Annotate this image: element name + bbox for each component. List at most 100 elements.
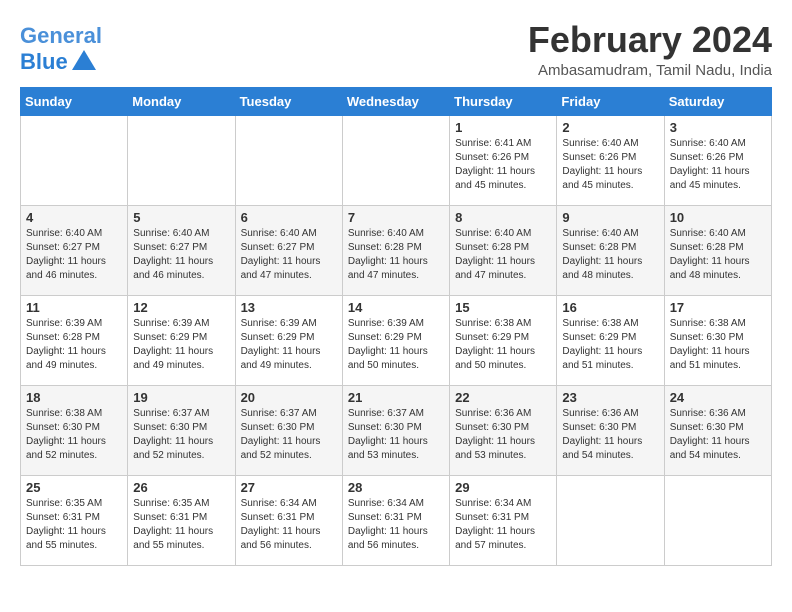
day-info: Sunrise: 6:34 AMSunset: 6:31 PMDaylight:… (455, 497, 551, 553)
calendar-cell (342, 115, 449, 205)
day-info: Sunrise: 6:35 AMSunset: 6:31 PMDaylight:… (26, 497, 122, 553)
day-number: 24 (670, 390, 766, 405)
day-info: Sunrise: 6:40 AMSunset: 6:27 PMDaylight:… (26, 227, 122, 283)
calendar-cell: 11Sunrise: 6:39 AMSunset: 6:28 PMDayligh… (21, 295, 128, 385)
calendar-cell: 27 Sunrise: 6:34 AMSunset: 6:31 PMDayligh… (235, 475, 342, 565)
day-number: 22 (455, 390, 551, 405)
day-info: Sunrise: 6:39 AMSunset: 6:29 PMDaylight:… (241, 317, 337, 373)
calendar-cell: 13 Sunrise: 6:39 AMSunset: 6:29 PMDayligh… (235, 295, 342, 385)
day-info: Sunrise: 6:36 AMSunset: 6:30 PMDaylight:… (562, 407, 658, 463)
week-row-1: 1 Sunrise: 6:41 AMSunset: 6:26 PMDaylight… (21, 115, 772, 205)
day-number: 17 (670, 300, 766, 315)
day-info: Sunrise: 6:37 AMSunset: 6:30 PMDaylight:… (241, 407, 337, 463)
day-info: Sunrise: 6:40 AMSunset: 6:26 PMDaylight:… (562, 137, 658, 193)
calendar-cell: 17 Sunrise: 6:38 AMSunset: 6:30 PMDayligh… (664, 295, 771, 385)
calendar-cell: 21Sunrise: 6:37 AMSunset: 6:30 PMDayligh… (342, 385, 449, 475)
day-info: Sunrise: 6:40 AMSunset: 6:26 PMDaylight:… (670, 137, 766, 193)
calendar-cell: 25 Sunrise: 6:35 AMSunset: 6:31 PMDayligh… (21, 475, 128, 565)
day-info: Sunrise: 6:39 AMSunset: 6:29 PMDaylight:… (348, 317, 444, 373)
day-info: Sunrise: 6:38 AMSunset: 6:30 PMDaylight:… (670, 317, 766, 373)
calendar-cell: 29Sunrise: 6:34 AMSunset: 6:31 PMDayligh… (450, 475, 557, 565)
day-info: Sunrise: 6:40 AMSunset: 6:28 PMDaylight:… (562, 227, 658, 283)
weekday-header-wednesday: Wednesday (342, 87, 449, 115)
day-number: 15 (455, 300, 551, 315)
calendar-cell: 7 Sunrise: 6:40 AMSunset: 6:28 PMDaylight… (342, 205, 449, 295)
week-row-5: 25 Sunrise: 6:35 AMSunset: 6:31 PMDayligh… (21, 475, 772, 565)
calendar-cell (557, 475, 664, 565)
weekday-header-monday: Monday (128, 87, 235, 115)
day-info: Sunrise: 6:40 AMSunset: 6:27 PMDaylight:… (133, 227, 229, 283)
calendar-cell (235, 115, 342, 205)
title-area: February 2024 Ambasamudram, Tamil Nadu, … (528, 20, 772, 79)
logo-icon (70, 48, 98, 76)
day-info: Sunrise: 6:38 AMSunset: 6:30 PMDaylight:… (26, 407, 122, 463)
location: Ambasamudram, Tamil Nadu, India (528, 62, 772, 79)
day-number: 6 (241, 210, 337, 225)
calendar-cell: 20 Sunrise: 6:37 AMSunset: 6:30 PMDayligh… (235, 385, 342, 475)
day-number: 20 (241, 390, 337, 405)
weekday-header-saturday: Saturday (664, 87, 771, 115)
day-number: 3 (670, 120, 766, 135)
calendar-cell (21, 115, 128, 205)
calendar-cell: 26Sunrise: 6:35 AMSunset: 6:31 PMDayligh… (128, 475, 235, 565)
day-number: 13 (241, 300, 337, 315)
weekday-header-tuesday: Tuesday (235, 87, 342, 115)
calendar-cell: 6 Sunrise: 6:40 AMSunset: 6:27 PMDaylight… (235, 205, 342, 295)
day-info: Sunrise: 6:35 AMSunset: 6:31 PMDaylight:… (133, 497, 229, 553)
calendar-cell (664, 475, 771, 565)
calendar-cell: 18 Sunrise: 6:38 AMSunset: 6:30 PMDayligh… (21, 385, 128, 475)
day-info: Sunrise: 6:37 AMSunset: 6:30 PMDaylight:… (348, 407, 444, 463)
calendar-cell: 5 Sunrise: 6:40 AMSunset: 6:27 PMDaylight… (128, 205, 235, 295)
day-number: 7 (348, 210, 444, 225)
calendar-cell (128, 115, 235, 205)
calendar-cell: 8Sunrise: 6:40 AMSunset: 6:28 PMDaylight… (450, 205, 557, 295)
logo: General Blue (20, 24, 102, 76)
calendar-cell: 19Sunrise: 6:37 AMSunset: 6:30 PMDayligh… (128, 385, 235, 475)
calendar-cell: 2 Sunrise: 6:40 AMSunset: 6:26 PMDaylight… (557, 115, 664, 205)
calendar-cell: 15Sunrise: 6:38 AMSunset: 6:29 PMDayligh… (450, 295, 557, 385)
day-info: Sunrise: 6:40 AMSunset: 6:28 PMDaylight:… (670, 227, 766, 283)
day-info: Sunrise: 6:34 AMSunset: 6:31 PMDaylight:… (348, 497, 444, 553)
calendar-cell: 10 Sunrise: 6:40 AMSunset: 6:28 PMDayligh… (664, 205, 771, 295)
day-number: 2 (562, 120, 658, 135)
day-number: 4 (26, 210, 122, 225)
day-info: Sunrise: 6:36 AMSunset: 6:30 PMDaylight:… (670, 407, 766, 463)
week-row-4: 18 Sunrise: 6:38 AMSunset: 6:30 PMDayligh… (21, 385, 772, 475)
day-number: 1 (455, 120, 551, 135)
weekday-header-row: SundayMondayTuesdayWednesdayThursdayFrid… (21, 87, 772, 115)
calendar-cell: 9Sunrise: 6:40 AMSunset: 6:28 PMDaylight… (557, 205, 664, 295)
week-row-3: 11Sunrise: 6:39 AMSunset: 6:28 PMDayligh… (21, 295, 772, 385)
week-row-2: 4 Sunrise: 6:40 AMSunset: 6:27 PMDaylight… (21, 205, 772, 295)
day-number: 27 (241, 480, 337, 495)
day-info: Sunrise: 6:34 AMSunset: 6:31 PMDaylight:… (241, 497, 337, 553)
calendar-cell: 28 Sunrise: 6:34 AMSunset: 6:31 PMDayligh… (342, 475, 449, 565)
weekday-header-thursday: Thursday (450, 87, 557, 115)
weekday-header-friday: Friday (557, 87, 664, 115)
calendar-cell: 16 Sunrise: 6:38 AMSunset: 6:29 PMDayligh… (557, 295, 664, 385)
calendar-cell: 1 Sunrise: 6:41 AMSunset: 6:26 PMDaylight… (450, 115, 557, 205)
logo-general: General (20, 23, 102, 48)
day-number: 5 (133, 210, 229, 225)
day-number: 16 (562, 300, 658, 315)
day-info: Sunrise: 6:36 AMSunset: 6:30 PMDaylight:… (455, 407, 551, 463)
day-info: Sunrise: 6:38 AMSunset: 6:29 PMDaylight:… (562, 317, 658, 373)
calendar-cell: 3 Sunrise: 6:40 AMSunset: 6:26 PMDaylight… (664, 115, 771, 205)
day-number: 8 (455, 210, 551, 225)
month-year: February 2024 (528, 20, 772, 60)
day-number: 19 (133, 390, 229, 405)
day-number: 18 (26, 390, 122, 405)
day-number: 25 (26, 480, 122, 495)
day-number: 23 (562, 390, 658, 405)
day-info: Sunrise: 6:41 AMSunset: 6:26 PMDaylight:… (455, 137, 551, 193)
day-number: 11 (26, 300, 122, 315)
logo-blue: Blue (20, 50, 68, 74)
header: General Blue February 2024 Ambasamudram,… (20, 20, 772, 79)
day-number: 28 (348, 480, 444, 495)
day-number: 10 (670, 210, 766, 225)
day-number: 14 (348, 300, 444, 315)
day-number: 12 (133, 300, 229, 315)
day-info: Sunrise: 6:40 AMSunset: 6:28 PMDaylight:… (348, 227, 444, 283)
weekday-header-sunday: Sunday (21, 87, 128, 115)
day-info: Sunrise: 6:40 AMSunset: 6:27 PMDaylight:… (241, 227, 337, 283)
calendar-cell: 4 Sunrise: 6:40 AMSunset: 6:27 PMDaylight… (21, 205, 128, 295)
